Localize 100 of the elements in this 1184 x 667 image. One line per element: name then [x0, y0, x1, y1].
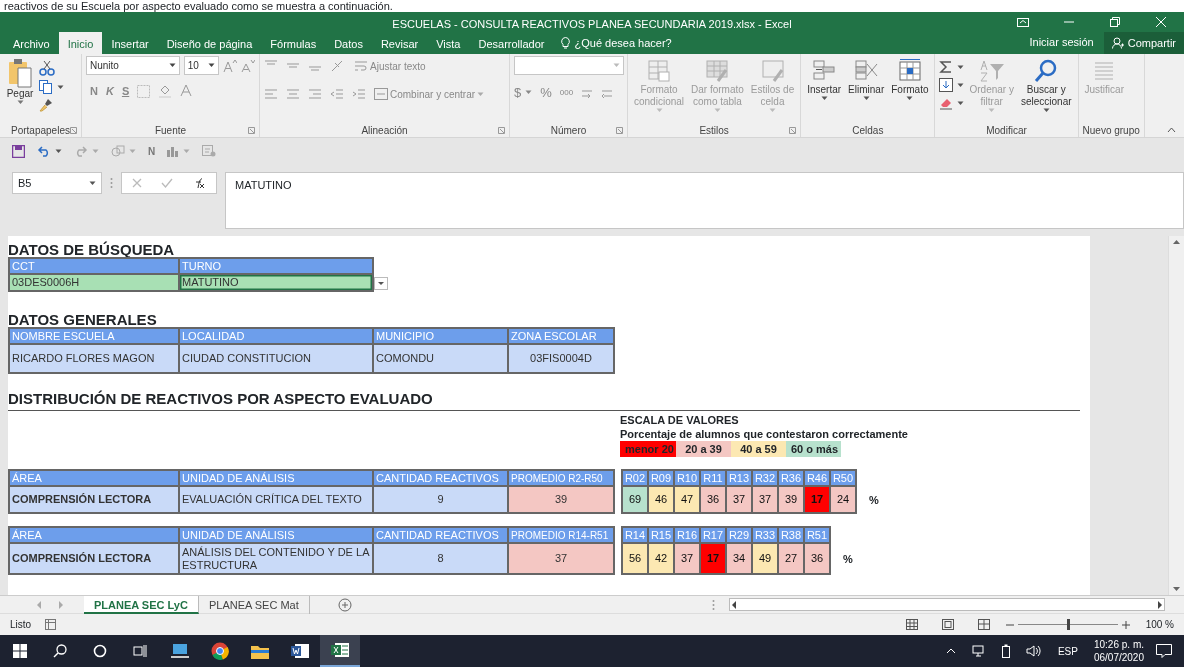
- previous-sheet-icon[interactable]: [36, 600, 42, 609]
- dialog-launcher-icon[interactable]: [498, 127, 505, 134]
- thousands-button[interactable]: 000: [559, 86, 574, 99]
- scissors-icon[interactable]: [39, 60, 55, 76]
- zoom-level[interactable]: 100 %: [1145, 617, 1174, 632]
- font-size-field[interactable]: 10: [183, 56, 219, 75]
- font-color-icon[interactable]: [180, 84, 193, 99]
- dialog-launcher-icon[interactable]: [248, 127, 255, 134]
- currency-button[interactable]: $: [514, 83, 522, 103]
- ribbon-tab[interactable]: Archivo: [4, 32, 59, 54]
- caret-icon[interactable]: [168, 63, 176, 68]
- dialog-launcher-icon[interactable]: [616, 127, 623, 134]
- dropdown-icon[interactable]: [374, 277, 388, 290]
- macro-record-icon[interactable]: [45, 619, 57, 630]
- share-button[interactable]: Compartir: [1103, 32, 1184, 54]
- restore-icon[interactable]: [1110, 17, 1120, 27]
- underline-button[interactable]: S: [121, 83, 130, 100]
- notification-icon[interactable]: [1156, 644, 1172, 658]
- decrease-font-icon[interactable]: [241, 58, 255, 73]
- bar-chart-icon[interactable]: [167, 145, 180, 157]
- ribbon-button[interactable]: Insertar: [805, 56, 844, 123]
- collapse-ribbon-icon[interactable]: [1167, 127, 1176, 133]
- ribbon-tab[interactable]: Desarrollador: [469, 32, 554, 54]
- ribbon-tab[interactable]: Vista: [427, 32, 470, 54]
- checklist-icon[interactable]: [202, 145, 217, 157]
- ribbon-button[interactable]: Formato: [889, 56, 931, 123]
- battery-icon[interactable]: [1001, 644, 1010, 658]
- formula-field[interactable]: MATUTINO: [225, 172, 1184, 229]
- language-indicator[interactable]: ESP: [1057, 643, 1078, 659]
- page-break-icon[interactable]: [977, 619, 990, 630]
- ribbon-tab[interactable]: Inicio: [58, 32, 103, 54]
- tell-me-field[interactable]: ¿Qué desea hacer?: [574, 34, 672, 52]
- computer-icon[interactable]: [171, 643, 189, 659]
- task-view-icon[interactable]: [133, 644, 147, 658]
- bold-button[interactable]: N: [148, 143, 156, 159]
- horizontal-scrollbar[interactable]: [728, 598, 1165, 611]
- copy-icon[interactable]: [39, 80, 53, 94]
- undo-icon[interactable]: [37, 145, 51, 157]
- table-cell: 39: [777, 485, 805, 514]
- speaker-icon[interactable]: [1025, 645, 1042, 657]
- scroll-right-icon[interactable]: [1155, 599, 1164, 610]
- zoom-in-icon[interactable]: [1121, 620, 1130, 629]
- sum-icon[interactable]: [939, 60, 954, 74]
- page-layout-icon[interactable]: [941, 619, 954, 630]
- ribbon-tab[interactable]: Revisar: [371, 32, 428, 54]
- caret-icon[interactable]: [906, 96, 914, 101]
- word-document-icon[interactable]: [291, 643, 309, 659]
- zoom-slider-thumb[interactable]: [1066, 619, 1070, 630]
- fill-color-icon[interactable]: [158, 84, 173, 99]
- ribbon-tab[interactable]: Fórmulas: [261, 32, 326, 54]
- vertical-scrollbar[interactable]: [1168, 236, 1184, 595]
- ribbon-tab[interactable]: Diseño de página: [157, 32, 262, 54]
- ribbon-tab[interactable]: Insertar: [102, 32, 158, 54]
- caret-icon[interactable]: [89, 180, 96, 186]
- chevron-up-icon[interactable]: [945, 648, 956, 654]
- circle-icon[interactable]: [93, 644, 107, 658]
- ribbon-button[interactable]: Eliminar: [846, 56, 887, 123]
- paste-button[interactable]: Pegar: [4, 56, 36, 123]
- next-sheet-icon[interactable]: [58, 600, 64, 609]
- paintbrush-icon[interactable]: [39, 98, 53, 112]
- percent-button[interactable]: %: [540, 83, 552, 103]
- add-sheet-icon[interactable]: [337, 597, 352, 612]
- ribbon-tab[interactable]: Datos: [325, 32, 372, 54]
- dialog-launcher-icon[interactable]: [789, 127, 797, 134]
- fill-down-icon[interactable]: [939, 78, 954, 92]
- sign-in-link[interactable]: Iniciar sesión: [1019, 33, 1104, 54]
- caret-icon[interactable]: [957, 82, 965, 88]
- browser-icon[interactable]: [211, 642, 229, 660]
- spreadsheet-icon[interactable]: [331, 642, 349, 658]
- normal-view-icon[interactable]: [905, 619, 918, 630]
- check-icon[interactable]: [161, 178, 173, 188]
- caret-icon[interactable]: [957, 64, 965, 70]
- caret-icon[interactable]: [957, 100, 965, 106]
- folder-icon[interactable]: [251, 643, 269, 659]
- italic-button[interactable]: K: [105, 83, 114, 100]
- clock-date[interactable]: 06/07/2020: [1093, 651, 1144, 664]
- merge-center-button[interactable]: Combinar y centrar: [374, 84, 485, 104]
- caret-icon[interactable]: [57, 84, 64, 90]
- caret-icon[interactable]: [820, 96, 828, 101]
- wrap-text-button[interactable]: Ajustar texto: [354, 56, 426, 76]
- table-cell[interactable]: MATUTINO: [178, 273, 374, 292]
- caret-icon[interactable]: [1042, 108, 1050, 113]
- dialog-launcher-icon[interactable]: [70, 127, 77, 134]
- save-icon[interactable]: [12, 144, 25, 158]
- clock-time[interactable]: 10:26 p. m.: [1093, 638, 1144, 651]
- caret-icon[interactable]: [862, 96, 870, 101]
- number-format-field[interactable]: [514, 56, 624, 75]
- ribbon-button[interactable]: Buscar y seleccionar: [1018, 56, 1074, 123]
- increase-font-icon[interactable]: [223, 58, 237, 73]
- close-icon[interactable]: [1156, 17, 1166, 27]
- bold-button[interactable]: N: [90, 83, 98, 100]
- search-icon[interactable]: [53, 644, 67, 658]
- name-box[interactable]: B5: [12, 172, 102, 194]
- network-icon[interactable]: [971, 645, 986, 657]
- sheet-tab[interactable]: PLANEA SEC LyC: [84, 595, 199, 614]
- font-name-field[interactable]: Nunito: [86, 56, 180, 75]
- caret-icon[interactable]: [55, 148, 62, 154]
- windows-logo-icon[interactable]: [13, 644, 27, 658]
- ribbon-display-icon[interactable]: [1017, 17, 1029, 27]
- caret-icon[interactable]: [208, 63, 215, 68]
